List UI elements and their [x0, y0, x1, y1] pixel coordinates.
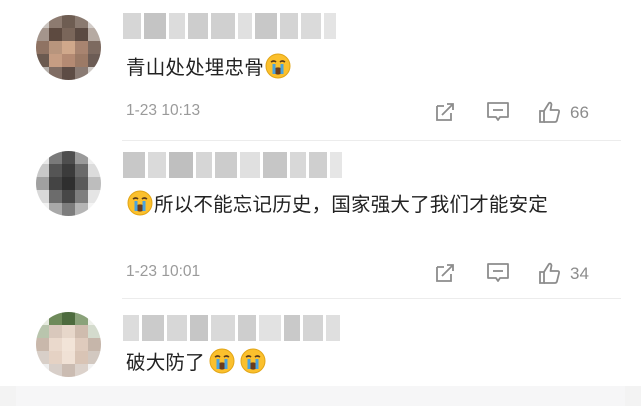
crying-face-icon: [209, 348, 235, 374]
avatar[interactable]: [36, 312, 101, 377]
crying-face-icon: [265, 53, 291, 79]
comment-item: 所以不能忘记历史，国家强大了我们才能安定 1-23 10:01 34: [0, 141, 641, 298]
like-button[interactable]: 34: [537, 261, 589, 286]
thumbs-up-icon: [539, 101, 560, 123]
share-button[interactable]: [433, 100, 457, 124]
reply-button[interactable]: [485, 261, 511, 285]
username-blurred[interactable]: [123, 315, 340, 341]
comment-item: 破大防了: [0, 299, 641, 386]
comment-content: 所以不能忘记历史，国家强大了我们才能安定: [154, 193, 549, 216]
crying-face-icon: [240, 348, 266, 374]
comment-meta: 1-23 10:01 34: [126, 261, 606, 287]
bottom-bar-inner: [16, 386, 625, 406]
avatar[interactable]: [36, 151, 101, 216]
share-icon: [436, 103, 454, 121]
reply-button[interactable]: [485, 100, 511, 124]
thumbs-up-icon: [539, 262, 560, 284]
like-count: 66: [570, 102, 589, 122]
bottom-bar: [0, 386, 641, 406]
crying-face-icon: [127, 190, 153, 216]
comment-icon: [487, 263, 509, 282]
comment-meta: 1-23 10:13 66: [126, 100, 606, 126]
username-blurred[interactable]: [123, 13, 336, 39]
comment-content: 破大防了: [126, 351, 205, 374]
comment-icon: [487, 102, 509, 121]
comment-time: 1-23 10:13: [126, 102, 201, 119]
share-icon: [436, 264, 454, 282]
comment-item: 青山处处埋忠骨 1-23 10:13 66: [0, 0, 641, 140]
comment-time: 1-23 10:01: [126, 263, 201, 280]
username-blurred[interactable]: [123, 152, 342, 178]
comment-text: 青山处处埋忠骨: [126, 50, 596, 86]
comment-text: 破大防了: [126, 345, 596, 381]
avatar[interactable]: [36, 15, 101, 80]
share-button[interactable]: [433, 261, 457, 285]
like-count: 34: [570, 263, 589, 283]
comment-text: 所以不能忘记历史，国家强大了我们才能安定: [126, 187, 596, 223]
comment-content: 青山处处埋忠骨: [126, 56, 264, 79]
like-button[interactable]: 66: [537, 100, 589, 125]
